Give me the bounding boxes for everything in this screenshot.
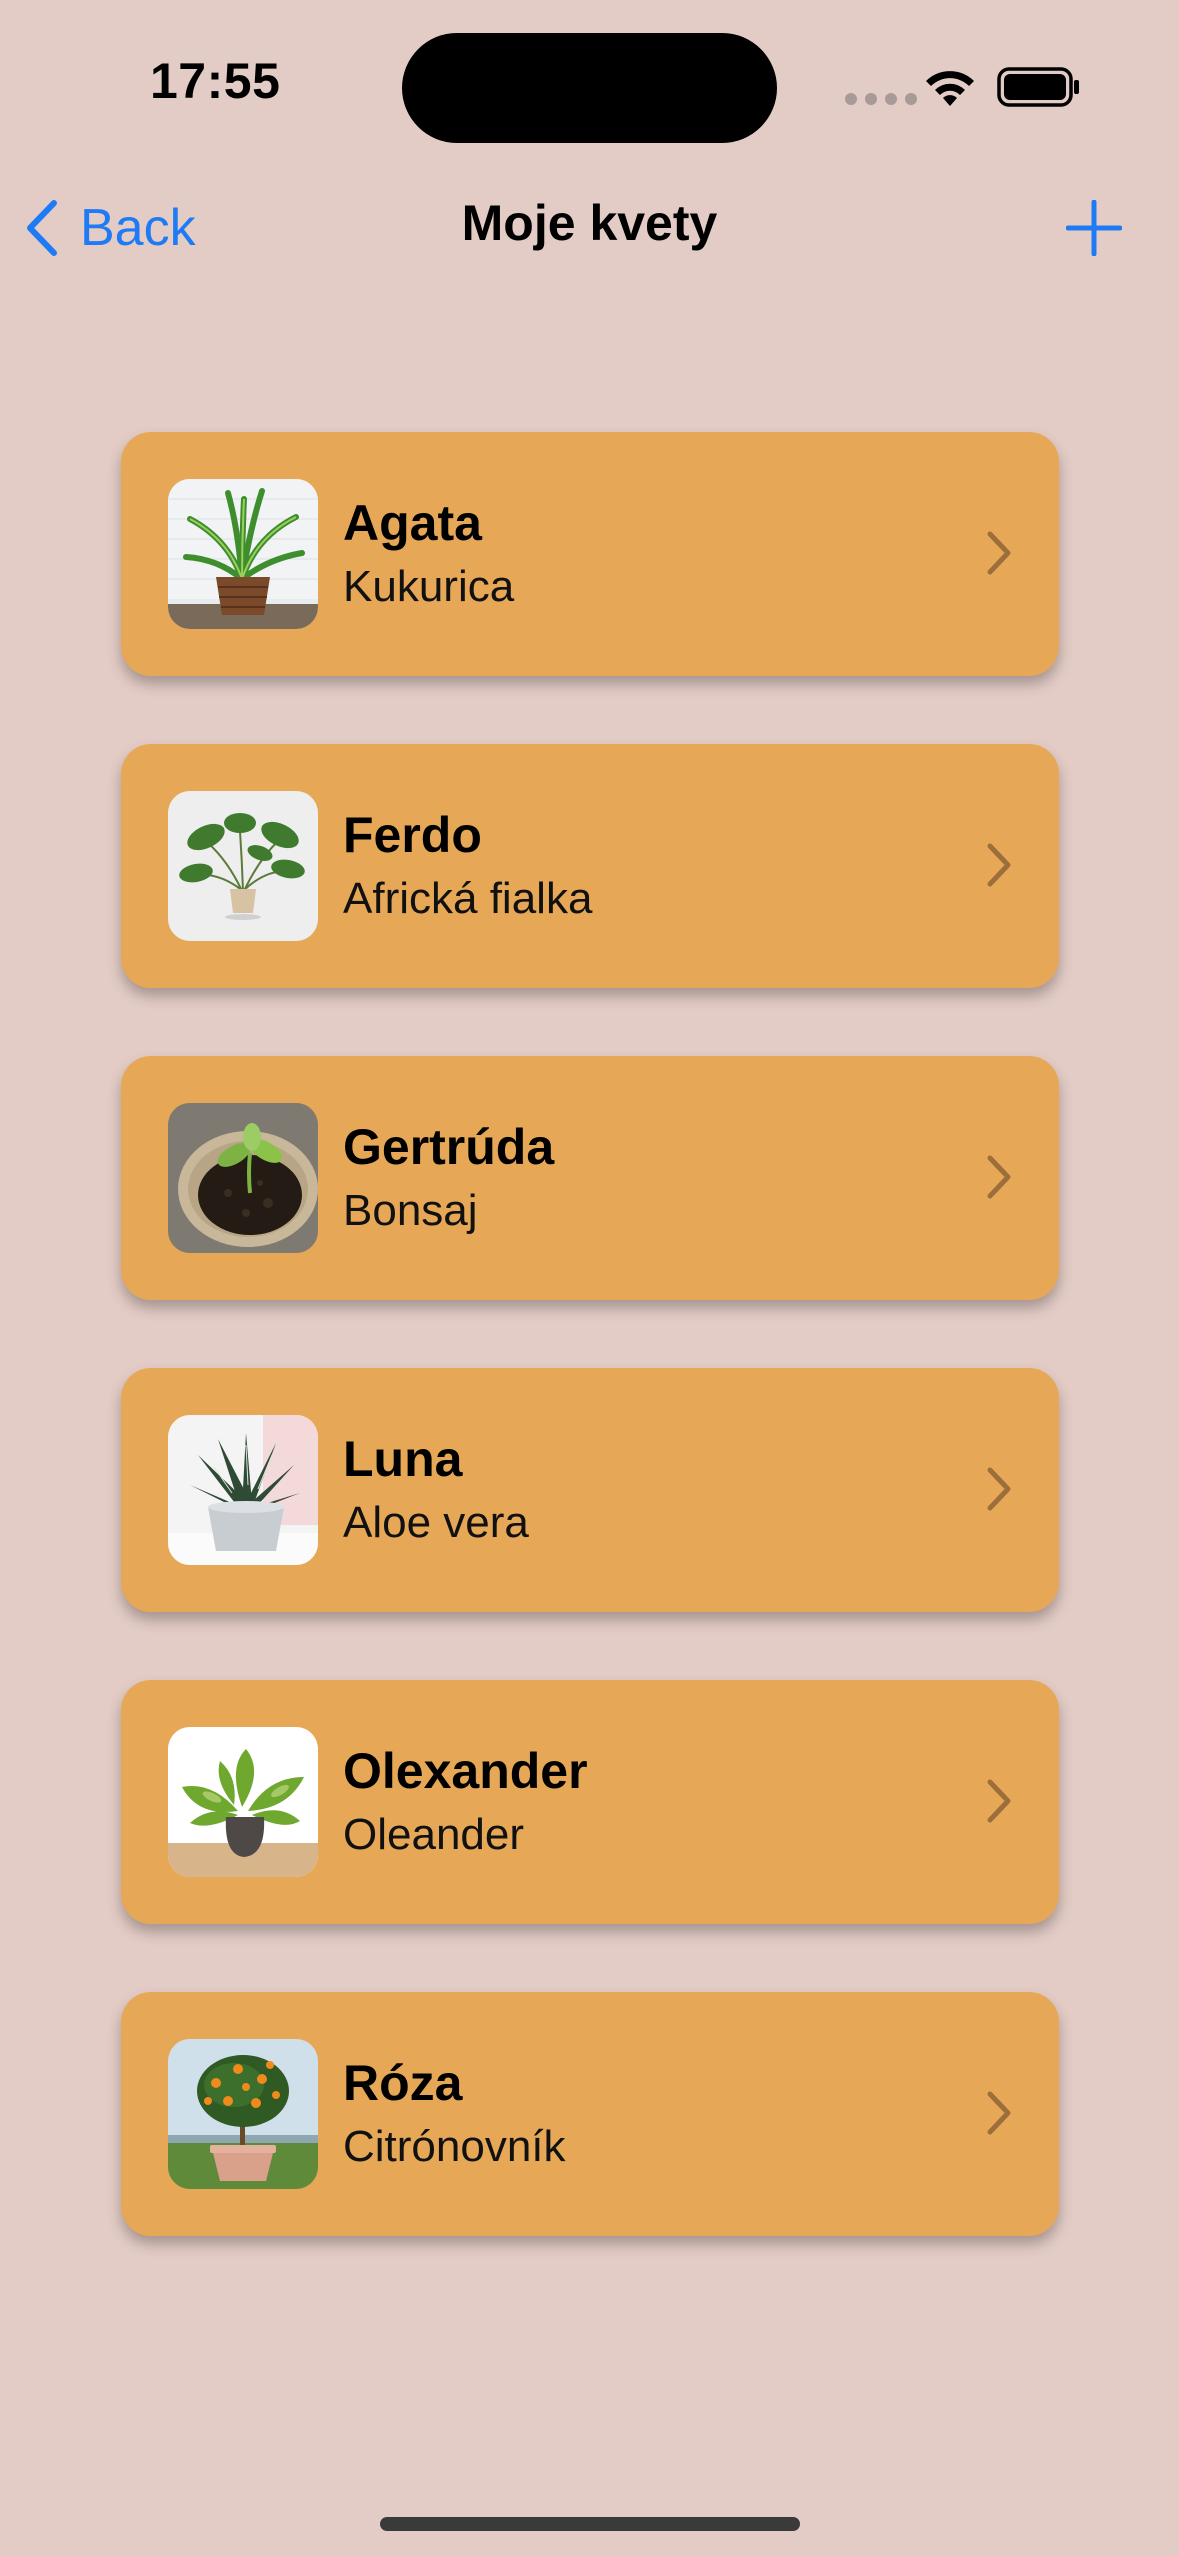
plant-name: Luna [343,1431,463,1487]
plant-photo [168,479,318,629]
plant-row[interactable]: Luna Aloe vera [121,1368,1059,1612]
chevron-right-icon [987,1779,1011,1823]
battery-icon [997,67,1079,107]
plant-name: Olexander [343,1743,588,1799]
home-indicator[interactable] [380,2517,800,2531]
plant-row[interactable]: Gertrúda Bonsaj [121,1056,1059,1300]
add-plant-button[interactable] [1066,200,1122,256]
plant-species: Kukurica [343,562,515,611]
plant-photo [168,1727,318,1877]
plant-row[interactable]: Agata Kukurica [121,432,1059,676]
chevron-right-icon [987,1467,1011,1511]
plant-photo [168,1103,318,1253]
plant-row[interactable]: Olexander Oleander [121,1680,1059,1924]
plant-name: Agata [343,495,482,551]
plant-list: Agata Kukurica Ferdo Africká fialka Gert… [121,432,1059,2304]
plant-name: Ferdo [343,807,482,863]
plant-photo [168,1415,318,1565]
chevron-right-icon [987,531,1011,575]
plant-photo [168,791,318,941]
plant-species: Citrónovník [343,2122,566,2171]
plant-species: Bonsaj [343,1186,478,1235]
chevron-right-icon [987,843,1011,887]
wifi-icon [926,71,974,106]
plant-row[interactable]: Ferdo Africká fialka [121,744,1059,988]
status-time: 17:55 [150,53,281,109]
plant-species: Africká fialka [343,874,593,923]
chevron-right-icon [987,1155,1011,1199]
plant-species: Oleander [343,1810,525,1859]
dynamic-island [402,33,777,143]
cellular-signal-icon [845,93,917,105]
plant-name: Róza [343,2055,463,2111]
plant-row[interactable]: Róza Citrónovník [121,1992,1059,2236]
plant-photo [168,2039,318,2189]
plant-species: Aloe vera [343,1498,529,1547]
plant-name: Gertrúda [343,1119,555,1175]
chevron-right-icon [987,2091,1011,2135]
page-title: Moje kvety [461,195,718,251]
